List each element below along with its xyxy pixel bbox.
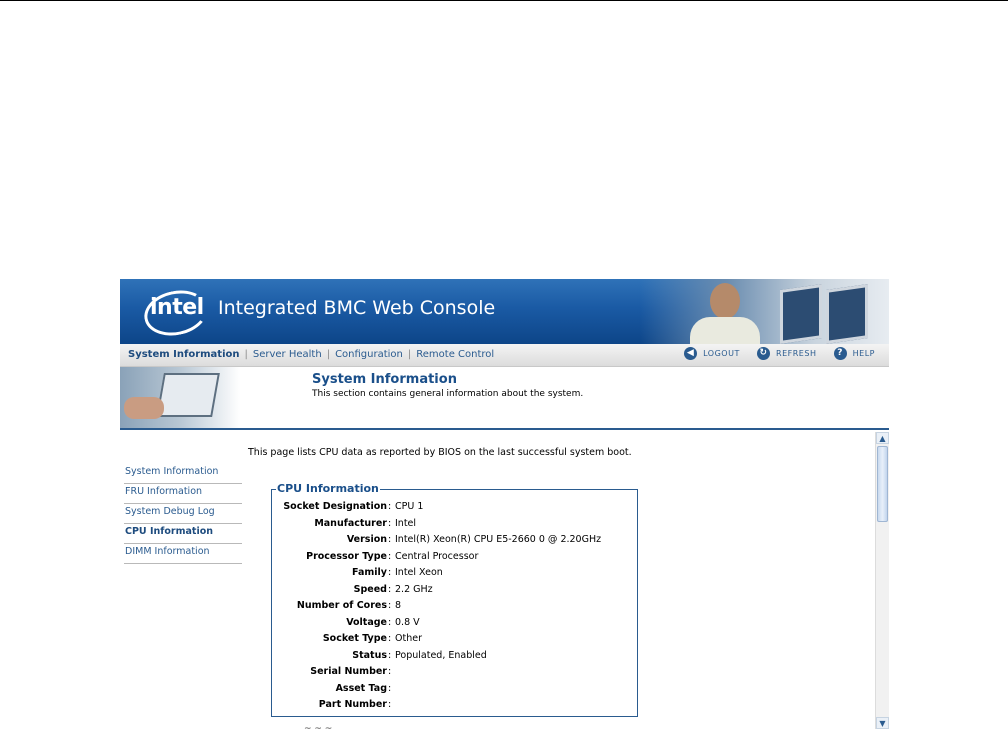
cpu-info-value: CPU 1 bbox=[395, 501, 424, 512]
cpu-info-colon: : bbox=[388, 699, 392, 710]
cpu-info-row: Serial Number: bbox=[272, 666, 637, 682]
header-photo bbox=[120, 367, 240, 428]
cpu-info-label: Manufacturer bbox=[314, 517, 387, 529]
cpu-info-row: Socket Type: Other bbox=[272, 633, 637, 649]
nav-separator: | bbox=[326, 349, 331, 360]
page-title: System Information bbox=[312, 372, 457, 387]
cpu-info-row: Status: Populated, Enabled bbox=[272, 650, 637, 666]
scroll-up-arrow-icon[interactable]: ▲ bbox=[876, 432, 889, 444]
cpu-info-value: Central Processor bbox=[395, 550, 479, 562]
vertical-scrollbar[interactable]: ▲ ▼ bbox=[875, 432, 889, 729]
sidebar-item-cpu-information[interactable]: CPU Information bbox=[124, 524, 242, 544]
cpu-info-value: Intel bbox=[395, 517, 417, 529]
sidebar-item-system-information[interactable]: System Information bbox=[124, 464, 242, 484]
cpu-info-row: Part Number: bbox=[272, 699, 637, 715]
logout-button[interactable]: ◀ LOGOUT bbox=[684, 347, 740, 360]
cpu-info-row: Version: Intel(R) Xeon(R) CPU E5-2660 0 @… bbox=[272, 534, 637, 550]
sidebar: System Information FRU Information Syste… bbox=[124, 464, 242, 564]
cpu-info-row: Socket Designation: CPU 1 bbox=[272, 501, 637, 517]
refresh-icon: ↻ bbox=[757, 347, 771, 360]
cpu-info-label: Part Number bbox=[318, 699, 387, 710]
nav-separator: | bbox=[244, 349, 248, 360]
cpu-info-colon: : bbox=[388, 567, 392, 578]
cpu-info-colon: : bbox=[388, 501, 392, 512]
banner: intel Integrated BMC Web Console bbox=[120, 279, 889, 344]
cpu-info-colon: : bbox=[388, 583, 392, 595]
help-button[interactable]: ? HELP bbox=[833, 347, 875, 360]
cpu-info-label: Processor Type bbox=[306, 550, 387, 562]
sidebar-item-fru-information[interactable]: FRU Information bbox=[124, 484, 242, 504]
cpu-info-colon: : bbox=[388, 616, 392, 628]
bmc-console-window: intel Integrated BMC Web Console System … bbox=[120, 279, 889, 729]
cpu-info-colon: : bbox=[388, 649, 392, 661]
console-title: Integrated BMC Web Console bbox=[218, 297, 496, 319]
page-subtitle: This section contains general informatio… bbox=[312, 389, 584, 399]
cpu-info-colon: : bbox=[388, 534, 392, 545]
cpu-info-label: Socket Designation bbox=[283, 501, 387, 512]
logout-icon: ◀ bbox=[684, 347, 698, 360]
cpu-info-value: Intel Xeon bbox=[395, 567, 443, 578]
scrollbar-thumb[interactable] bbox=[877, 446, 888, 522]
intel-logo: intel bbox=[150, 295, 204, 320]
cpu-info-colon: : bbox=[388, 517, 392, 529]
cpu-info-value: 0.8 V bbox=[395, 616, 420, 628]
cpu-info-row: Speed:2.2 GHz bbox=[272, 584, 637, 600]
nav-remote-control[interactable]: Remote Control bbox=[416, 349, 494, 360]
banner-photo-person-body bbox=[690, 317, 760, 344]
sidebar-item-system-debug-log[interactable]: System Debug Log bbox=[124, 504, 242, 524]
cpu-info-row: Processor Type: Central Processor bbox=[272, 551, 637, 567]
cpu-info-label: Speed bbox=[353, 583, 387, 595]
cpu-info-value: 8 bbox=[395, 600, 402, 611]
cpu-panel-title: CPU Information bbox=[276, 482, 380, 495]
nav-configuration[interactable]: Configuration bbox=[335, 349, 403, 360]
cpu-info-value: 2.2 GHz bbox=[395, 583, 433, 595]
cpu-info-label: Serial Number bbox=[310, 666, 387, 677]
help-icon: ? bbox=[833, 347, 847, 360]
cpu-info-value: Populated, Enabled bbox=[395, 649, 487, 661]
help-label: HELP bbox=[852, 349, 875, 358]
cpu-info-label: Version bbox=[346, 534, 387, 545]
cpu-info-colon: : bbox=[388, 600, 392, 611]
logout-label: LOGOUT bbox=[703, 349, 740, 358]
cpu-info-label: Family bbox=[352, 567, 387, 578]
nav-actions: ◀ LOGOUT ↻ REFRESH ? HELP bbox=[670, 347, 875, 360]
nav-links: System Information | Server Health | Configu… bbox=[128, 349, 494, 360]
cpu-information-panel: CPU Information Socket Designation: CPU 1… bbox=[271, 482, 638, 717]
next-panel-title-cutoff: ~ ~ ~ bbox=[304, 724, 333, 729]
top-nav-bar: System Information | Server Health | Configu… bbox=[120, 344, 889, 367]
cpu-info-label: Status bbox=[352, 649, 387, 661]
cpu-info-label: Voltage bbox=[346, 616, 387, 628]
scroll-down-arrow-icon[interactable]: ▼ bbox=[876, 717, 889, 729]
cpu-info-colon: : bbox=[388, 682, 392, 694]
banner-photo-monitor bbox=[780, 284, 822, 344]
cpu-info-colon: : bbox=[388, 633, 392, 644]
nav-system-information[interactable]: System Information bbox=[128, 349, 240, 360]
cpu-info-label: Socket Type bbox=[322, 633, 387, 644]
nav-server-health[interactable]: Server Health bbox=[253, 349, 322, 360]
sidebar-item-dimm-information[interactable]: DIMM Information bbox=[124, 544, 242, 564]
nav-separator: | bbox=[407, 349, 412, 360]
refresh-label: REFRESH bbox=[776, 349, 817, 358]
cpu-info-row: Manufacturer: Intel bbox=[272, 518, 637, 534]
banner-photo-person bbox=[710, 283, 740, 319]
cpu-info-colon: : bbox=[388, 666, 392, 677]
cpu-info-row: Family: Intel Xeon bbox=[272, 567, 637, 583]
header-photo-arm bbox=[124, 397, 164, 419]
header-divider bbox=[120, 428, 889, 430]
refresh-button[interactable]: ↻ REFRESH bbox=[757, 347, 816, 360]
cpu-info-value: Other bbox=[395, 633, 422, 644]
cpu-info-row: Voltage:0.8 V bbox=[272, 617, 637, 633]
header-photo-screen bbox=[156, 373, 220, 417]
cpu-info-label: Number of Cores bbox=[296, 600, 387, 611]
cpu-info-row: Asset Tag: bbox=[272, 683, 637, 699]
intro-text: This page lists CPU data as reported by … bbox=[248, 447, 632, 458]
page-header: System Information This section contains… bbox=[120, 367, 889, 430]
cpu-info-value: Intel(R) Xeon(R) CPU E5-2660 0 @ 2.20GHz bbox=[395, 534, 602, 545]
banner-photo-monitor bbox=[826, 284, 868, 344]
cpu-info-label: Asset Tag bbox=[335, 682, 387, 694]
cpu-info-colon: : bbox=[388, 550, 392, 562]
page-top-rule bbox=[0, 0, 1008, 1]
cpu-info-row: Number of Cores:8 bbox=[272, 600, 637, 616]
